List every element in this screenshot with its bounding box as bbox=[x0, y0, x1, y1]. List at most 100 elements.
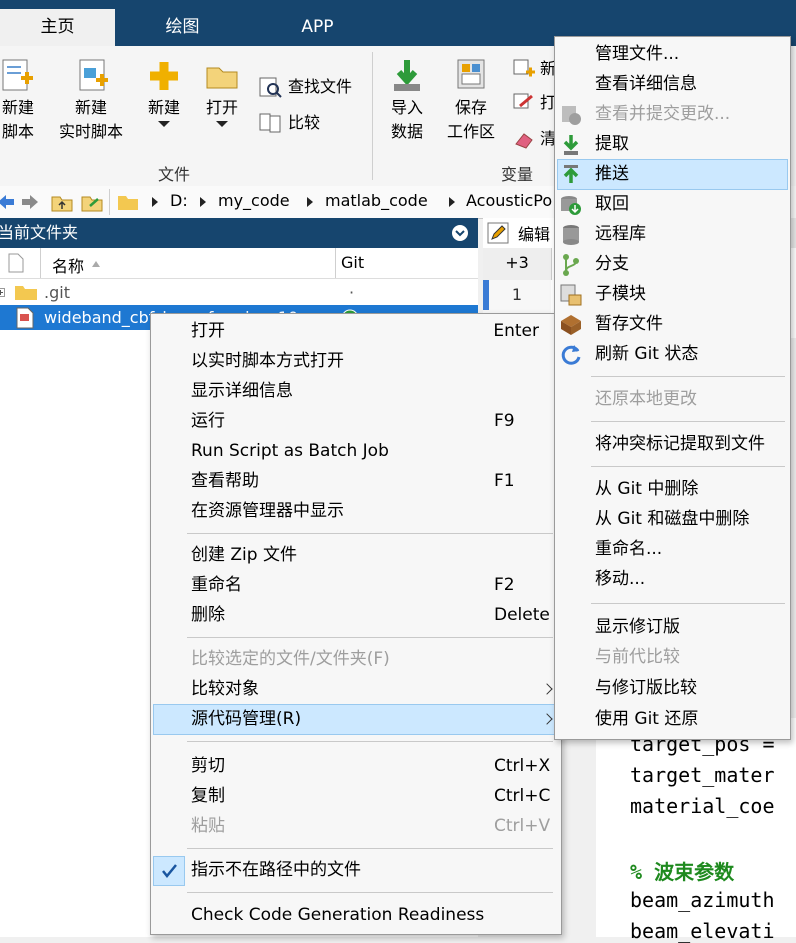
menu-item-extract-conflict-markers[interactable]: 将冲突标记提取到文件 bbox=[595, 429, 785, 459]
menu-separator bbox=[591, 421, 785, 422]
menu-item-remotes[interactable]: 远程库 bbox=[595, 219, 785, 249]
menu-item-run-batch-job[interactable]: Run Script as Batch Job bbox=[191, 436, 539, 466]
push-icon bbox=[563, 165, 579, 183]
menu-item-run[interactable]: 运行 F9 bbox=[191, 406, 539, 436]
checkbox-checked[interactable] bbox=[153, 856, 185, 886]
menu-item-git-restore[interactable]: 使用 Git 还原 bbox=[595, 704, 785, 734]
column-name-header[interactable]: 名称 bbox=[52, 253, 84, 277]
save-workspace-label: 保存 工作区 bbox=[446, 98, 495, 141]
editor-tab[interactable]: 编辑 bbox=[483, 218, 556, 248]
clear-workspace-button[interactable]: 清 bbox=[512, 128, 556, 150]
breadcrumb-separator-icon bbox=[152, 197, 158, 207]
current-folder-titlebar: 当前文件夹 bbox=[0, 218, 478, 248]
menu-item-stash[interactable]: 暂存文件 bbox=[595, 309, 785, 339]
menu-item-compare-against[interactable]: 比较对象 bbox=[191, 674, 553, 704]
menu-item-indicate-files-not-on-path[interactable]: 指示不在路径中的文件 bbox=[191, 855, 539, 885]
find-files-button[interactable]: 查找文件 bbox=[258, 76, 352, 98]
menu-item-view-help[interactable]: 查看帮助 F1 bbox=[191, 466, 539, 496]
menu-item-refresh-git-status[interactable]: 刷新 Git 状态 bbox=[595, 339, 785, 369]
menu-item-show-in-explorer[interactable]: 在资源管理器中显示 bbox=[191, 496, 539, 526]
menu-item-move[interactable]: 移动... bbox=[595, 564, 785, 594]
menu-label: 管理文件... bbox=[595, 44, 680, 64]
checkmark-icon bbox=[162, 864, 177, 878]
save-workspace-button[interactable]: 保存 工作区 bbox=[440, 56, 502, 144]
file-tab-badge[interactable]: +3 bbox=[483, 248, 552, 280]
menu-item-copy[interactable]: 复制 Ctrl+C bbox=[191, 781, 551, 811]
menu-separator bbox=[591, 603, 785, 604]
new-live-script-button[interactable]: 新建 实时脚本 bbox=[52, 56, 130, 144]
menu-item-cut[interactable]: 剪切 Ctrl+X bbox=[191, 751, 550, 781]
menu-item-open-as-live-script[interactable]: 以实时脚本方式打开 bbox=[191, 346, 539, 376]
menu-shortcut: F2 bbox=[494, 575, 515, 595]
menu-item-create-zip[interactable]: 创建 Zip 文件 bbox=[191, 540, 539, 570]
new-script-button[interactable]: 新建 脚本 bbox=[0, 56, 42, 144]
menu-shortcut: Ctrl+C bbox=[494, 786, 551, 806]
menu-item-remove-from-git-and-disk[interactable]: 从 Git 和磁盘中删除 bbox=[595, 504, 785, 534]
menu-item-rename[interactable]: 重命名 F2 bbox=[191, 570, 539, 600]
menu-item-pull[interactable]: 取回 bbox=[595, 189, 785, 219]
forward-arrow-icon[interactable] bbox=[20, 192, 40, 212]
list-item[interactable]: .git · bbox=[0, 280, 478, 305]
code-editor[interactable]: target_pos = target_mater material_coe %… bbox=[596, 718, 796, 943]
ribbon-divider bbox=[372, 52, 373, 180]
import-data-button[interactable]: 导入 数据 bbox=[382, 56, 432, 144]
tab-plots[interactable]: 绘图 bbox=[115, 9, 250, 46]
menu-item-view-details[interactable]: 查看详细信息 bbox=[595, 69, 785, 99]
current-folder-header: 名称 Git bbox=[0, 248, 478, 279]
menu-item-submodules[interactable]: 子模块 bbox=[595, 279, 785, 309]
column-divider bbox=[335, 248, 336, 278]
open-variable-button[interactable]: 打 bbox=[512, 92, 556, 114]
menu-label: 取回 bbox=[595, 194, 629, 214]
menu-item-view-and-commit: 查看并提交更改... bbox=[595, 99, 785, 129]
expand-icon[interactable] bbox=[0, 288, 6, 298]
menu-item-show-revisions[interactable]: 显示修订版 bbox=[595, 612, 785, 642]
open-label: 打开 bbox=[205, 98, 238, 117]
menu-item-push[interactable]: 推送 bbox=[595, 159, 785, 189]
menu-label: 移动... bbox=[595, 569, 646, 589]
new-variable-button[interactable]: 新 bbox=[512, 58, 556, 80]
menu-item-compare-selected: 比较选定的文件/文件夹(F) bbox=[191, 644, 539, 674]
breadcrumb-drive[interactable]: D: bbox=[170, 191, 188, 210]
browse-folder-icon[interactable] bbox=[80, 191, 106, 213]
compare-label: 比较 bbox=[288, 113, 321, 132]
menu-item-rename[interactable]: 重命名... bbox=[595, 534, 785, 564]
menu-item-manage-files[interactable]: 管理文件... bbox=[595, 39, 785, 69]
import-data-icon bbox=[394, 60, 420, 91]
breadcrumb-matlab-code[interactable]: matlab_code bbox=[325, 191, 428, 210]
open-button[interactable]: 打开 bbox=[198, 56, 246, 128]
live-script-file-icon bbox=[16, 307, 34, 329]
file-name: .git bbox=[44, 283, 70, 302]
panel-actions-icon[interactable] bbox=[451, 224, 469, 242]
menu-label: 提取 bbox=[595, 134, 629, 154]
sort-ascending-icon bbox=[92, 261, 100, 267]
menu-item-compare-to-revision[interactable]: 与修订版比较 bbox=[595, 673, 785, 703]
column-divider bbox=[40, 248, 41, 278]
menu-separator bbox=[591, 376, 785, 377]
new-script-icon bbox=[2, 59, 33, 91]
menu-item-check-codegen-readiness[interactable]: Check Code Generation Readiness bbox=[191, 900, 539, 930]
new-button[interactable]: 新建 bbox=[140, 56, 188, 128]
menu-item-branches[interactable]: 分支 bbox=[595, 249, 785, 279]
menu-item-source-control[interactable]: 源代码管理(R) bbox=[191, 704, 553, 734]
current-folder-title: 当前文件夹 bbox=[0, 223, 79, 242]
line-marker bbox=[483, 280, 489, 310]
menu-label: 远程库 bbox=[595, 224, 646, 244]
menu-label: 打开 bbox=[191, 321, 225, 341]
menu-label: 复制 bbox=[191, 786, 225, 806]
find-files-icon bbox=[259, 77, 282, 98]
tab-apps[interactable]: APP bbox=[250, 9, 385, 46]
menu-label: 从 Git 和磁盘中删除 bbox=[595, 509, 750, 529]
column-git-header[interactable]: Git bbox=[341, 253, 364, 272]
menu-item-open[interactable]: 打开 Enter bbox=[191, 316, 539, 346]
breadcrumb-current[interactable]: AcousticPo bbox=[466, 191, 552, 210]
compare-button[interactable]: 比较 bbox=[258, 112, 320, 134]
up-folder-icon[interactable] bbox=[50, 191, 74, 213]
menu-item-remove-from-git[interactable]: 从 Git 中删除 bbox=[595, 474, 785, 504]
menu-item-delete[interactable]: 删除 Delete bbox=[191, 600, 550, 630]
back-arrow-icon[interactable] bbox=[0, 192, 16, 212]
menu-item-fetch[interactable]: 提取 bbox=[595, 129, 785, 159]
breadcrumb-my-code[interactable]: my_code bbox=[218, 191, 290, 210]
menu-item-show-details[interactable]: 显示详细信息 bbox=[191, 376, 539, 406]
tab-home[interactable]: 主页 bbox=[0, 9, 115, 46]
editor-tab-label: 编辑 bbox=[518, 225, 551, 244]
